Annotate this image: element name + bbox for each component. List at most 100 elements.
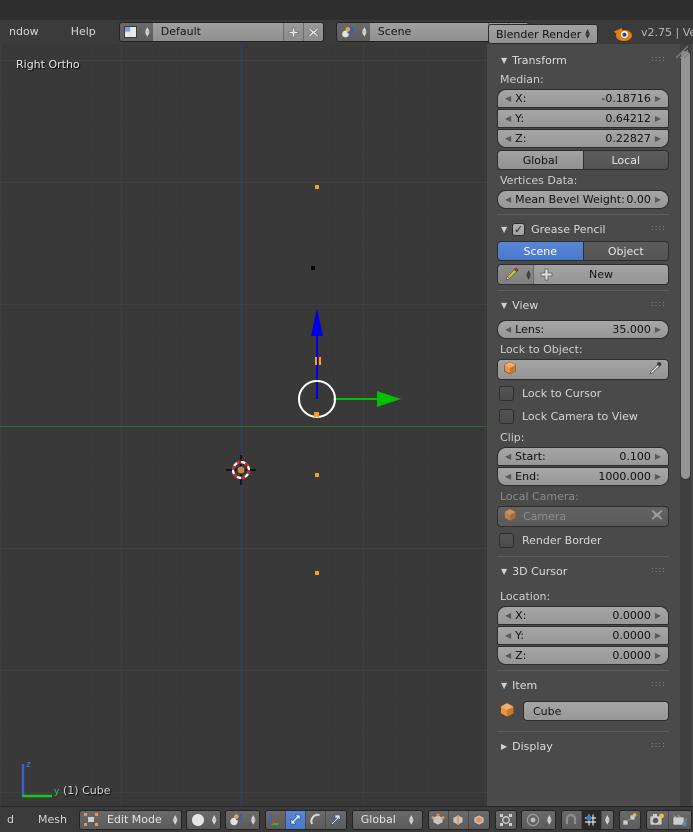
panel-header-view[interactable]: ▼ View :::: <box>497 296 669 314</box>
screen-layout-spinner[interactable]: ▲ ▼ <box>141 23 153 41</box>
3d-viewport[interactable]: Right Ortho (1) Cube z y <box>0 44 487 806</box>
render-engine-selector[interactable]: Blender Render ▲ ▼ <box>488 24 598 44</box>
increment-arrow-icon[interactable]: ▶ <box>655 452 661 461</box>
panel-header-transform[interactable]: ▼ Transform :::: <box>497 51 669 69</box>
lock-camera-to-view-checkbox[interactable] <box>499 408 514 424</box>
render-image-icon[interactable] <box>646 810 669 829</box>
cursor-y-field[interactable]: ◀ Y: 0.0000 ▶ <box>497 626 669 645</box>
lock-to-cursor-checkbox[interactable] <box>499 385 514 401</box>
menu-window[interactable]: ndow <box>0 23 48 41</box>
panel-title-item: Item <box>512 678 538 692</box>
screen-layout-selector[interactable]: ▲ ▼ Default <box>118 22 324 42</box>
grease-pencil-spinner[interactable]: ▲ ▼ <box>524 265 534 284</box>
limit-selection-visible-button[interactable] <box>495 810 516 829</box>
menu-help[interactable]: Help <box>62 23 105 41</box>
increment-arrow-icon[interactable]: ▶ <box>655 611 661 620</box>
increment-arrow-icon[interactable]: ▶ <box>655 134 661 143</box>
cursor-x-field[interactable]: ◀ X: 0.0000 ▶ <box>497 606 669 625</box>
proportional-spinner-icon[interactable]: ▲ ▼ <box>543 810 555 829</box>
mean-bevel-weight-label: Mean Bevel Weight: <box>515 193 625 206</box>
select-edge-button[interactable] <box>448 810 469 829</box>
lens-field[interactable]: ◀ Lens: 35.000 ▶ <box>497 320 669 339</box>
increment-arrow-icon[interactable]: ▶ <box>655 325 661 334</box>
pivot-point-icon[interactable] <box>619 810 640 829</box>
interaction-mode-selector[interactable]: Edit Mode ▲ ▼ <box>78 809 182 830</box>
increment-arrow-icon[interactable]: ▶ <box>655 651 661 660</box>
menu-mesh[interactable]: Mesh <box>31 813 74 826</box>
panel-drag-dots-icon[interactable]: :::: <box>651 741 665 749</box>
transform-space-global-button[interactable]: Global <box>497 150 584 170</box>
screen-layout-add-button[interactable] <box>282 23 303 41</box>
panel-drag-dots-icon[interactable]: :::: <box>651 566 665 574</box>
lock-camera-to-view-row[interactable]: Lock Camera to View <box>497 405 669 427</box>
grease-pencil-new-label: New <box>589 268 613 281</box>
region-resize-grip-icon[interactable] <box>676 46 689 59</box>
manipulator-translate-button[interactable] <box>285 810 306 829</box>
transform-orientation-selector[interactable]: Global ▲ ▼ <box>351 809 423 830</box>
manipulator-scale-button[interactable] <box>325 810 346 829</box>
scene-name[interactable]: Scene <box>369 23 488 41</box>
increment-arrow-icon[interactable]: ▶ <box>655 94 661 103</box>
viewport-shading-selector[interactable]: ▲ ▼ <box>185 809 221 830</box>
panel-header-3d-cursor[interactable]: ▼ 3D Cursor :::: <box>497 562 669 580</box>
lens-label: Lens: <box>515 323 545 336</box>
sidebar-scrollbar-thumb[interactable] <box>680 50 691 480</box>
clip-start-field[interactable]: ◀ Start: 0.100 ▶ <box>497 447 669 466</box>
transform-space-local-button[interactable]: Local <box>583 150 669 170</box>
pencil-icon[interactable] <box>498 265 524 284</box>
menu-add[interactable]: d <box>0 813 21 826</box>
screen-layout-name[interactable]: Default <box>152 23 283 41</box>
select-face-button[interactable] <box>468 810 489 829</box>
panel-drag-dots-icon[interactable]: :::: <box>651 680 665 688</box>
panel-header-grease-pencil[interactable]: ▼ ✓ Grease Pencil :::: <box>497 220 669 238</box>
manipulator-rotate-button[interactable] <box>305 810 326 829</box>
grease-pencil-source-toggle: Scene Object <box>497 241 669 261</box>
scene-spinner[interactable]: ▲ ▼ <box>358 23 370 41</box>
increment-arrow-icon[interactable]: ▶ <box>655 114 661 123</box>
proportional-editing-selector[interactable]: ▲ ▼ <box>520 809 556 830</box>
render-border-checkbox[interactable] <box>499 532 514 548</box>
median-y-field[interactable]: ◀ Y: 0.64212 ▶ <box>497 109 669 128</box>
grease-pencil-new-button[interactable]: New <box>534 265 668 284</box>
screen-layout-remove-button[interactable] <box>302 23 323 41</box>
eyedropper-icon[interactable] <box>649 361 663 378</box>
lock-to-cursor-row[interactable]: Lock to Cursor <box>497 382 669 404</box>
panel-header-display[interactable]: ▶ Display :::: <box>497 737 669 755</box>
item-object-name-field[interactable]: Cube <box>523 701 669 721</box>
grease-pencil-enable-checkbox[interactable]: ✓ <box>512 222 526 236</box>
panel-drag-dots-icon[interactable]: :::: <box>651 300 665 308</box>
panel-divider <box>497 290 669 291</box>
properties-sidebar[interactable]: ▼ Transform :::: Median: ◀ X: -0.18716 ▶… <box>487 44 693 806</box>
manipulator-axis-toggle[interactable] <box>265 810 286 829</box>
panel-divider <box>497 214 669 215</box>
shading-spinner-icon[interactable]: ▲ ▼ <box>208 810 220 829</box>
clear-icon[interactable] <box>651 509 663 524</box>
increment-arrow-icon[interactable]: ▶ <box>655 631 661 640</box>
lock-to-object-field[interactable] <box>497 359 669 380</box>
median-z-field[interactable]: ◀ Z: 0.22827 ▶ <box>497 129 669 148</box>
median-x-field[interactable]: ◀ X: -0.18716 ▶ <box>497 89 669 108</box>
snap-target-icon[interactable] <box>581 810 602 829</box>
panel-drag-dots-icon[interactable]: :::: <box>651 224 665 232</box>
transform-orientation-label: Global <box>360 812 396 826</box>
increment-arrow-icon[interactable]: ▶ <box>655 195 661 204</box>
local-camera-field[interactable]: Camera <box>497 506 669 527</box>
orientation-spinner-icon[interactable]: ▲ ▼ <box>405 810 417 829</box>
increment-arrow-icon[interactable]: ▶ <box>655 472 661 481</box>
scene-mode-selector[interactable]: ▲ ▼ <box>224 809 260 830</box>
clip-end-field[interactable]: ◀ End: 1000.000 ▶ <box>497 467 669 486</box>
grease-pencil-object-button[interactable]: Object <box>583 241 669 261</box>
render-animation-icon[interactable] <box>668 810 691 829</box>
mode-spinner-icon[interactable]: ▲ ▼ <box>169 810 181 829</box>
scene-mode-spinner-icon[interactable]: ▲ ▼ <box>247 810 259 829</box>
grease-pencil-scene-button[interactable]: Scene <box>497 241 584 261</box>
panel-header-item[interactable]: ▼ Item :::: <box>497 676 669 694</box>
snap-spinner-icon[interactable]: ▲ ▼ <box>601 810 613 829</box>
render-border-row[interactable]: Render Border <box>497 529 669 551</box>
cursor-z-field[interactable]: ◀ Z: 0.0000 ▶ <box>497 646 669 665</box>
select-vertex-button[interactable] <box>428 810 449 829</box>
snap-magnet-icon[interactable] <box>561 810 582 829</box>
panel-drag-dots-icon[interactable]: :::: <box>651 55 665 63</box>
transform-manipulator[interactable] <box>0 44 487 806</box>
mean-bevel-weight-field[interactable]: ◀ Mean Bevel Weight: 0.00 ▶ <box>497 190 669 209</box>
